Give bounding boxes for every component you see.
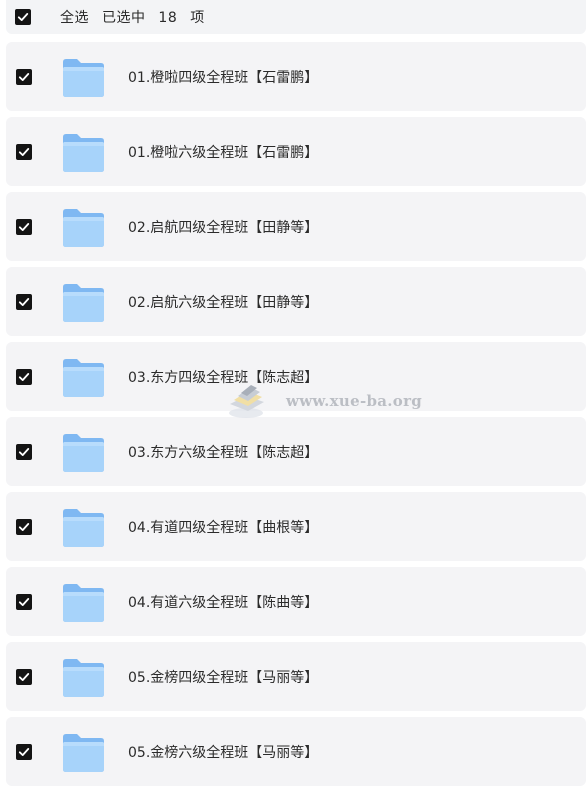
- item-checkbox[interactable]: [16, 518, 32, 535]
- folder-icon: [61, 281, 106, 323]
- item-name[interactable]: 01.橙啦四级全程班【石雷鹏】: [128, 67, 318, 87]
- item-checkbox[interactable]: [16, 368, 32, 385]
- select-all-checkbox[interactable]: [15, 9, 31, 25]
- checkmark-icon: [18, 447, 30, 456]
- folder-icon: [61, 506, 106, 548]
- folder-icon: [61, 131, 106, 173]
- item-name[interactable]: 04.有道四级全程班【曲根等】: [128, 517, 318, 537]
- selected-unit: 项: [190, 10, 205, 26]
- checkmark-icon: [18, 147, 30, 156]
- item-name[interactable]: 02.启航四级全程班【田静等】: [128, 217, 318, 237]
- checkmark-icon: [17, 13, 29, 21]
- checkmark-icon: [18, 747, 30, 756]
- selected-count: 18: [158, 10, 178, 26]
- folder-icon: [61, 581, 106, 623]
- folder-icon: [61, 56, 106, 98]
- list-item[interactable]: 05.金榜四级全程班【马丽等】: [6, 642, 586, 711]
- folder-icon: [61, 656, 106, 698]
- list-item[interactable]: 04.有道六级全程班【陈曲等】: [6, 567, 586, 636]
- checkmark-icon: [18, 222, 30, 231]
- folder-icon: [61, 431, 106, 473]
- item-name[interactable]: 03.东方四级全程班【陈志超】: [128, 367, 318, 387]
- list-item[interactable]: 02.启航四级全程班【田静等】: [6, 192, 586, 261]
- selection-summary: 全选 已选中 18 项: [60, 7, 213, 27]
- selected-prefix: 已选中: [101, 10, 146, 26]
- list-item[interactable]: 03.东方四级全程班【陈志超】: [6, 342, 586, 411]
- item-name[interactable]: 04.有道六级全程班【陈曲等】: [128, 592, 318, 612]
- item-checkbox[interactable]: [16, 443, 32, 460]
- list-item[interactable]: 04.有道四级全程班【曲根等】: [6, 492, 586, 561]
- checkmark-icon: [18, 672, 30, 681]
- item-name[interactable]: 01.橙啦六级全程班【石雷鹏】: [128, 142, 318, 162]
- list-item[interactable]: 01.橙啦四级全程班【石雷鹏】: [6, 42, 586, 111]
- checkmark-icon: [18, 297, 30, 306]
- list-item[interactable]: 02.启航六级全程班【田静等】: [6, 267, 586, 336]
- item-name[interactable]: 05.金榜四级全程班【马丽等】: [128, 667, 318, 687]
- list-item[interactable]: 05.金榜六级全程班【马丽等】: [6, 717, 586, 786]
- file-list: 01.橙啦四级全程班【石雷鹏】 01.橙啦六级全程班【石雷鹏】 02.启航四级全…: [6, 42, 586, 792]
- item-checkbox[interactable]: [16, 218, 32, 235]
- folder-icon: [61, 356, 106, 398]
- item-checkbox[interactable]: [16, 743, 32, 760]
- select-all-label[interactable]: 全选: [60, 10, 89, 26]
- item-checkbox[interactable]: [16, 293, 32, 310]
- folder-icon: [61, 206, 106, 248]
- item-name[interactable]: 02.启航六级全程班【田静等】: [128, 292, 318, 312]
- selection-toolbar: 全选 已选中 18 项: [6, 0, 586, 34]
- item-name[interactable]: 05.金榜六级全程班【马丽等】: [128, 742, 318, 762]
- checkmark-icon: [18, 72, 30, 81]
- item-name[interactable]: 03.东方六级全程班【陈志超】: [128, 442, 318, 462]
- list-item[interactable]: 01.橙啦六级全程班【石雷鹏】: [6, 117, 586, 186]
- item-checkbox[interactable]: [16, 668, 32, 685]
- folder-icon: [61, 731, 106, 773]
- checkmark-icon: [18, 522, 30, 531]
- item-checkbox[interactable]: [16, 593, 32, 610]
- item-checkbox[interactable]: [16, 68, 32, 85]
- item-checkbox[interactable]: [16, 143, 32, 160]
- checkmark-icon: [18, 372, 30, 381]
- list-item[interactable]: 03.东方六级全程班【陈志超】: [6, 417, 586, 486]
- checkmark-icon: [18, 597, 30, 606]
